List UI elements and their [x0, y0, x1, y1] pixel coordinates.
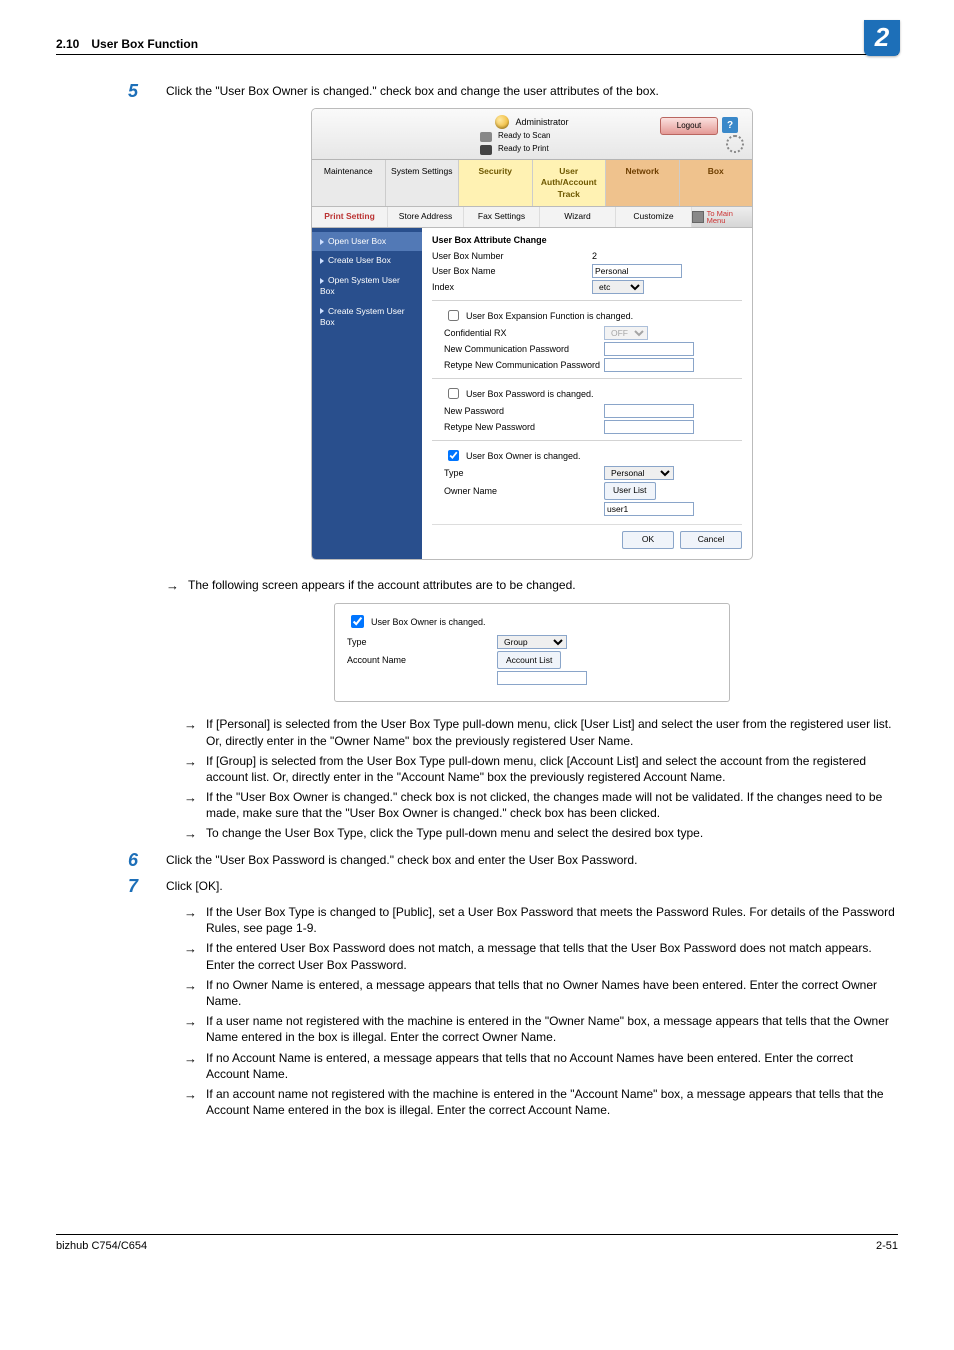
- subtab-customize[interactable]: Customize: [616, 207, 692, 226]
- owner-check-label: User Box Owner is changed.: [466, 450, 581, 462]
- subtab-wizard[interactable]: Wizard: [540, 207, 616, 226]
- help-icon[interactable]: ?: [722, 117, 738, 133]
- step5-notes: If [Personal] is selected from the User …: [184, 716, 898, 841]
- tab-network[interactable]: Network: [606, 160, 680, 206]
- owner-name-input[interactable]: [604, 502, 694, 516]
- subtab-main-menu[interactable]: To Main Menu: [692, 207, 752, 226]
- group-variant-inset: User Box Owner is changed. Type Group Ac…: [334, 603, 730, 702]
- inset-owner-checkbox[interactable]: [351, 615, 364, 628]
- step7-notes: If the User Box Type is changed to [Publ…: [184, 904, 898, 1118]
- sidebar-create-system-user-box[interactable]: Create System User Box: [312, 302, 422, 333]
- owner-checkbox[interactable]: [448, 450, 459, 461]
- new-comm-pwd-input[interactable]: [604, 342, 694, 356]
- user-list-button[interactable]: User List: [604, 482, 656, 500]
- index-select[interactable]: etc: [592, 280, 644, 294]
- type-select[interactable]: Personal: [604, 466, 674, 480]
- printer-icon: [480, 145, 492, 155]
- cancel-button[interactable]: Cancel: [680, 531, 742, 549]
- type-label: Type: [444, 467, 604, 479]
- tab-user-auth[interactable]: User Auth/Account Track: [533, 160, 607, 206]
- note-group: If [Group] is selected from the User Box…: [184, 753, 898, 785]
- note7-5: If an account name not registered with t…: [184, 1086, 898, 1118]
- intermission-text: The following screen appears if the acco…: [166, 577, 898, 593]
- new-comm-pwd-label: New Communication Password: [444, 343, 604, 355]
- retype-comm-pwd-label: Retype New Communication Password: [444, 359, 604, 371]
- user-box-name-label: User Box Name: [432, 265, 592, 277]
- expansion-label: User Box Expansion Function is changed.: [466, 310, 633, 322]
- note7-4: If no Account Name is entered, a message…: [184, 1050, 898, 1082]
- tab-system-settings[interactable]: System Settings: [386, 160, 460, 206]
- step6-number: 6: [128, 848, 138, 872]
- sidebar-open-user-box[interactable]: Open User Box: [312, 232, 422, 251]
- footer-page: 2-51: [876, 1239, 898, 1254]
- tab-box[interactable]: Box: [680, 160, 753, 206]
- user-box-name-input[interactable]: [592, 264, 682, 278]
- ok-button[interactable]: OK: [622, 531, 674, 549]
- note7-0: If the User Box Type is changed to [Publ…: [184, 904, 898, 936]
- note-checkbox: If the "User Box Owner is changed." chec…: [184, 789, 898, 821]
- scanner-icon: [480, 132, 492, 142]
- user-icon: [495, 115, 509, 129]
- sidebar-open-system-user-box[interactable]: Open System User Box: [312, 271, 422, 302]
- new-pwd-input[interactable]: [604, 404, 694, 418]
- note-type: To change the User Box Type, click the T…: [184, 825, 898, 841]
- password-check-label: User Box Password is changed.: [466, 388, 594, 400]
- step5-text: Click the "User Box Owner is changed." c…: [166, 83, 898, 99]
- chapter-badge: 2: [864, 20, 900, 56]
- retype-comm-pwd-input[interactable]: [604, 358, 694, 372]
- inset-owner-label: User Box Owner is changed.: [371, 616, 486, 628]
- user-box-number-value: 2: [592, 250, 597, 262]
- inset-account-name-input[interactable]: [497, 671, 587, 685]
- password-checkbox[interactable]: [448, 388, 459, 399]
- sidebar-create-user-box[interactable]: Create User Box: [312, 251, 422, 270]
- gear-icon[interactable]: [726, 135, 744, 153]
- step7-number: 7: [128, 874, 138, 898]
- note7-2: If no Owner Name is entered, a message a…: [184, 977, 898, 1009]
- note7-1: If the entered User Box Password does no…: [184, 940, 898, 972]
- retype-pwd-input[interactable]: [604, 420, 694, 434]
- section-number: 2.10: [56, 36, 79, 52]
- confidential-rx-label: Confidential RX: [444, 327, 604, 339]
- inset-type-select[interactable]: Group: [497, 635, 567, 649]
- index-label: Index: [432, 281, 592, 293]
- owner-name-label: Owner Name: [444, 485, 604, 497]
- inset-account-name-label: Account Name: [347, 654, 497, 666]
- step6-text: Click the "User Box Password is changed.…: [166, 852, 898, 868]
- retype-pwd-label: Retype New Password: [444, 421, 604, 433]
- account-list-button[interactable]: Account List: [497, 651, 561, 669]
- user-box-number-label: User Box Number: [432, 250, 592, 262]
- subtab-store-address[interactable]: Store Address: [388, 207, 464, 226]
- subtab-fax-settings[interactable]: Fax Settings: [464, 207, 540, 226]
- note7-3: If a user name not registered with the m…: [184, 1013, 898, 1045]
- tab-maintenance[interactable]: Maintenance: [312, 160, 386, 206]
- step5-number: 5: [128, 79, 138, 103]
- new-pwd-label: New Password: [444, 405, 604, 417]
- step7-text: Click [OK].: [166, 878, 898, 894]
- section-title: User Box Function: [91, 36, 198, 52]
- ready-print-label: Ready to Print: [498, 144, 549, 155]
- confidential-rx-select[interactable]: OFF: [604, 326, 648, 340]
- subtab-print-setting[interactable]: Print Setting: [312, 207, 388, 226]
- note-personal: If [Personal] is selected from the User …: [184, 716, 898, 748]
- tab-security[interactable]: Security: [459, 160, 533, 206]
- admin-label: Administrator: [515, 116, 568, 128]
- footer-model: bizhub C754/C654: [56, 1239, 147, 1254]
- inset-type-label: Type: [347, 636, 497, 648]
- expansion-checkbox[interactable]: [448, 310, 459, 321]
- panel-title: User Box Attribute Change: [432, 234, 742, 246]
- ready-scan-label: Ready to Scan: [498, 131, 550, 142]
- admin-ui-screenshot: Administrator Logout ? Ready to Scan Rea…: [312, 109, 752, 559]
- main-menu-icon: [692, 211, 704, 223]
- logout-button[interactable]: Logout: [660, 117, 718, 135]
